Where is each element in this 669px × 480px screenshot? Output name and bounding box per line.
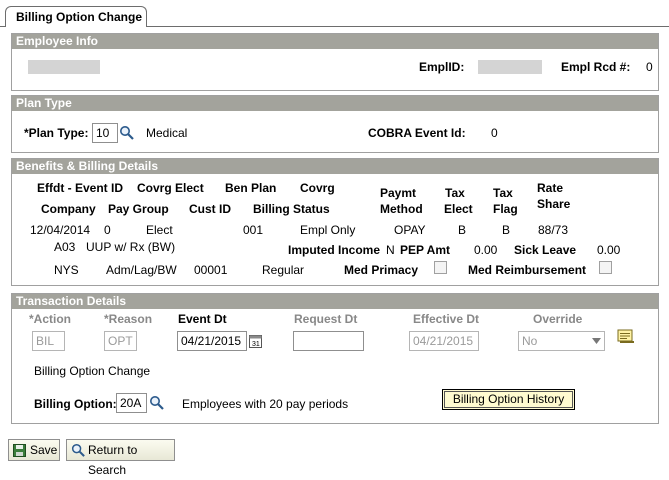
row-tax-elect: B [458, 223, 467, 237]
header-paymt: Paymt [380, 186, 417, 200]
header-method: Method [380, 202, 423, 216]
row-ben-plan: 001 [243, 223, 264, 237]
effective-dt-input[interactable]: 04/21/2015 [409, 331, 479, 351]
billing-option-history-button[interactable]: Billing Option History [442, 389, 575, 410]
imputed-income-label: Imputed Income [288, 243, 381, 257]
empl-rcd-label: Empl Rcd #: [561, 60, 631, 74]
effective-dt-label: Effective Dt [413, 312, 480, 326]
row-paymt-method: OPAY [394, 223, 426, 237]
row-rate-share: 88/73 [538, 223, 569, 237]
header-effdt-event: Effdt - Event ID [37, 181, 123, 195]
emplid-label: EmplID: [419, 60, 465, 74]
row-company: NYS [54, 263, 79, 277]
request-dt-input[interactable] [293, 331, 364, 351]
billing-option-label: Billing Option: [34, 397, 117, 411]
row-covrg: Empl Only [300, 223, 356, 237]
row-effdt: 12/04/2014 [30, 223, 91, 237]
emplid-redacted [478, 60, 542, 74]
empl-rcd-value: 0 [646, 60, 653, 74]
save-button-label: Save [30, 443, 58, 457]
header-covrg: Covrg [300, 181, 335, 195]
med-reimbursement-label: Med Reimbursement [468, 263, 587, 277]
benefits-billing-title: Benefits & Billing Details [12, 159, 658, 174]
override-select[interactable]: No [518, 331, 605, 351]
header-tax-2: Tax [493, 186, 513, 200]
row-pay-group: Adm/Lag/BW [106, 263, 177, 277]
employee-info-title: Employee Info [12, 34, 658, 49]
event-dt-label: Event Dt [178, 312, 227, 326]
comment-icon[interactable] [617, 329, 634, 344]
svg-text:31: 31 [252, 341, 260, 348]
row-plan-description: UUP w/ Rx (BW) [86, 240, 176, 254]
header-ben-plan: Ben Plan [225, 181, 277, 195]
reason-label: *Reason [104, 312, 153, 326]
cobra-event-label: COBRA Event Id: [368, 126, 466, 140]
event-dt-input[interactable]: 04/21/2015 [177, 331, 247, 351]
header-flag: Flag [493, 202, 518, 216]
header-pay-group: Pay Group [108, 202, 169, 216]
action-label: *Action [29, 312, 71, 326]
billing-option-description: Employees with 20 pay periods [182, 397, 349, 411]
calendar-icon[interactable]: 31 [249, 334, 262, 348]
pep-amt-label: PEP Amt [400, 243, 451, 257]
return-to-search-button[interactable]: Return to Search [66, 439, 175, 477]
search-icon[interactable] [119, 125, 135, 141]
med-primacy-checkbox[interactable] [434, 261, 447, 274]
row-event-id: 0 [104, 223, 111, 237]
search-return-icon [71, 443, 85, 457]
billing-option-input[interactable]: 20A [116, 393, 147, 413]
plan-type-input[interactable]: 10 [92, 123, 118, 143]
plan-type-description: Medical [146, 126, 188, 140]
row-cust-id: 00001 [194, 263, 228, 277]
plan-type-label: *Plan Type: [24, 126, 89, 140]
action-input[interactable]: BIL [32, 331, 65, 351]
floppy-disk-icon [13, 444, 26, 457]
header-tax-1: Tax [445, 186, 465, 200]
pep-amt-value: 0.00 [474, 243, 498, 257]
header-share: Share [537, 197, 571, 211]
employee-name-redacted [28, 60, 100, 74]
plan-type-title: Plan Type [12, 96, 658, 111]
chevron-down-icon [592, 338, 601, 344]
header-elect: Elect [444, 202, 473, 216]
row-plan-code: A03 [54, 240, 76, 254]
row-covrg-elect: Elect [146, 223, 173, 237]
med-reimbursement-checkbox[interactable] [599, 261, 612, 274]
header-cust-id: Cust ID [189, 202, 231, 216]
sick-leave-value: 0.00 [597, 243, 621, 257]
tab-billing-option-change[interactable]: Billing Option Change [5, 6, 147, 27]
med-primacy-label: Med Primacy [344, 263, 419, 277]
cobra-event-value: 0 [491, 126, 498, 140]
header-rate: Rate [537, 181, 564, 195]
header-company: Company [41, 202, 96, 216]
header-covrg-elect: Covrg Elect [137, 181, 204, 195]
search-icon[interactable] [149, 395, 165, 411]
override-label: Override [533, 312, 583, 326]
sick-leave-label: Sick Leave [514, 243, 577, 257]
override-selected-value: No [522, 334, 538, 348]
transaction-description: Billing Option Change [34, 364, 151, 378]
imputed-income-value: N [386, 243, 395, 257]
row-tax-flag: B [502, 223, 511, 237]
row-billing-status: Regular [262, 263, 305, 277]
save-button[interactable]: Save [8, 439, 60, 461]
transaction-details-title: Transaction Details [12, 294, 658, 309]
return-to-search-label: Return to Search [88, 443, 138, 477]
header-billing-status: Billing Status [253, 202, 330, 216]
reason-input[interactable]: OPT [104, 331, 137, 351]
request-dt-label: Request Dt [294, 312, 358, 326]
